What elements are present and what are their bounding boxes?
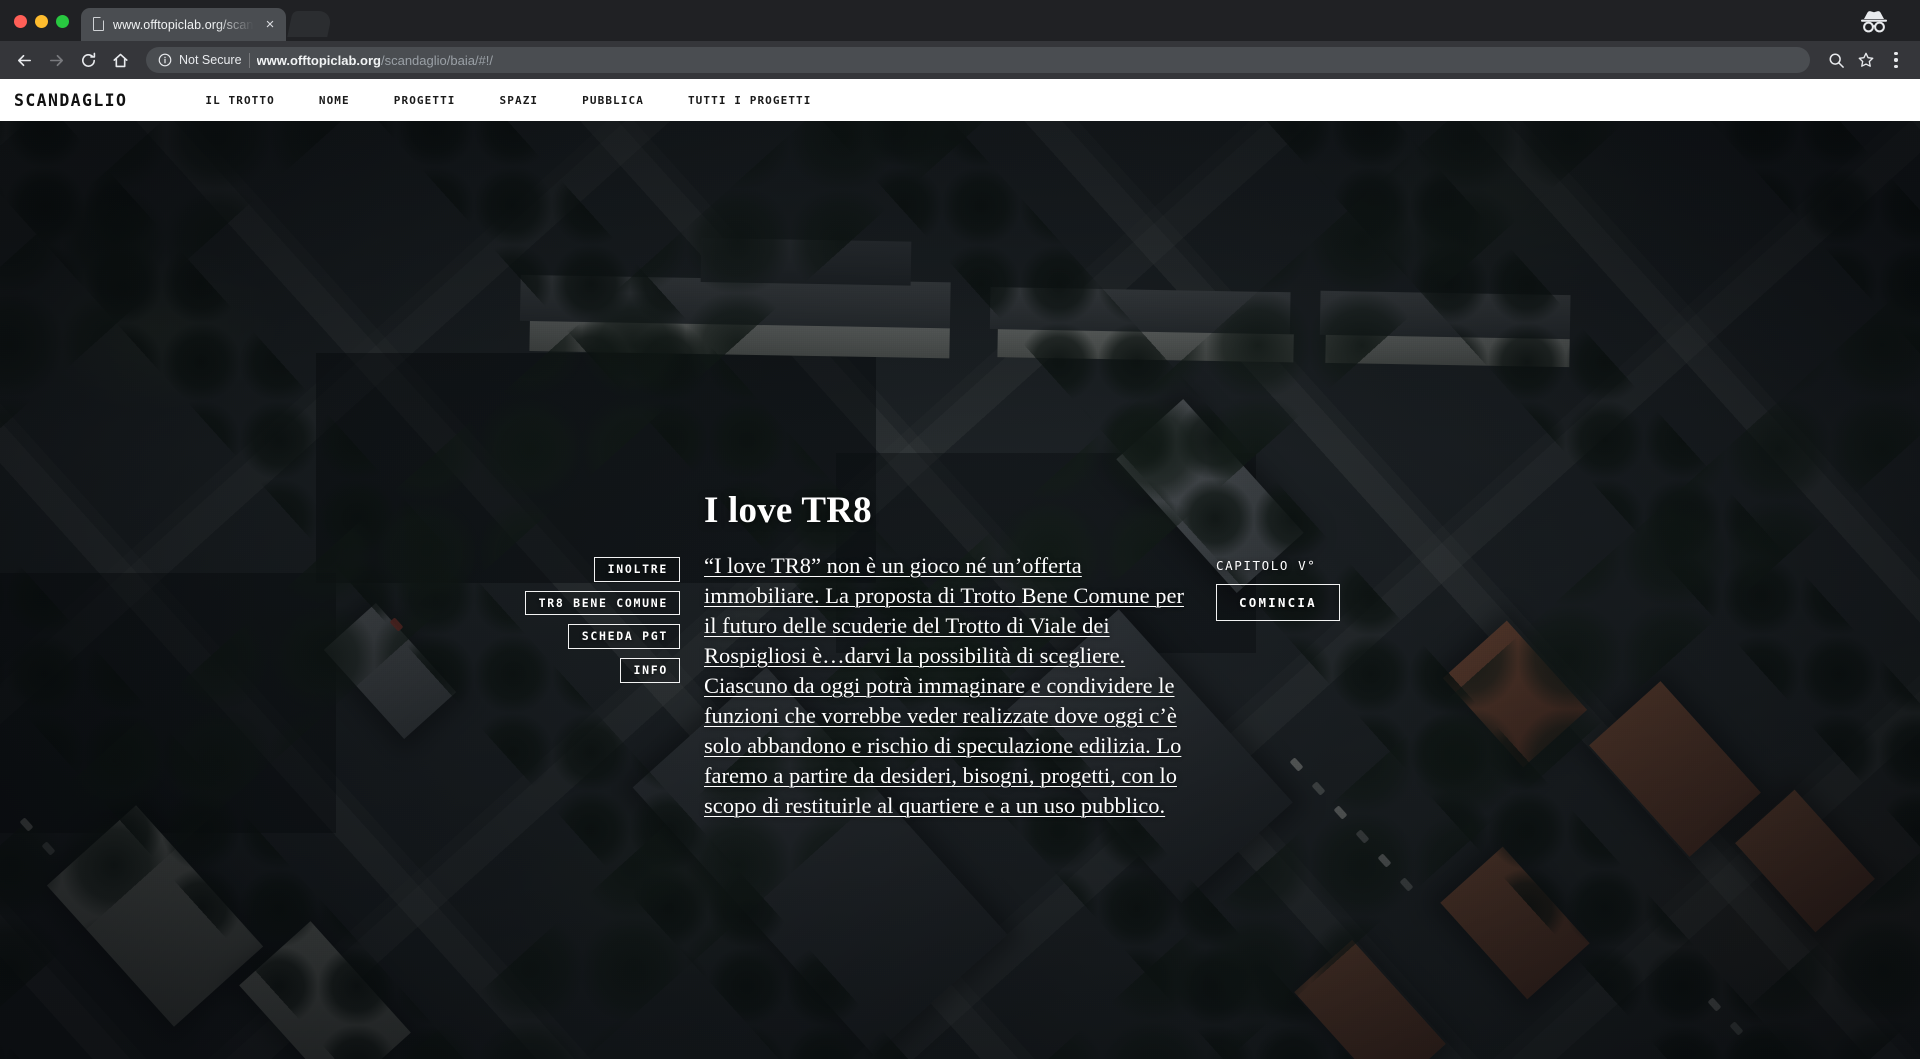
address-bar[interactable]: Not Secure www.offtopiclab.org/scandagli… [146, 47, 1810, 73]
chrome-browser-window: www.offtopiclab.org/scandaglio × [0, 0, 1920, 1059]
reload-icon[interactable] [74, 46, 102, 74]
nav-link-spazi[interactable]: SPAZI [478, 94, 561, 107]
page-icon [91, 16, 106, 32]
hero-paragraph[interactable]: “I love TR8” non è un gioco né un’offert… [704, 551, 1190, 821]
security-status-label: Not Secure [179, 53, 242, 67]
omnibox-divider [248, 52, 250, 68]
new-tab-button[interactable] [287, 11, 333, 37]
url-text: www.offtopiclab.org/scandaglio/baia/#!/ [257, 53, 493, 68]
home-icon[interactable] [106, 46, 134, 74]
site-logo[interactable]: SCANDAGLIO [14, 91, 127, 110]
window-controls [0, 15, 81, 41]
browser-toolbar: Not Secure www.offtopiclab.org/scandagli… [0, 41, 1920, 79]
nav-item-pubblica[interactable]: PUBBLICA [560, 94, 666, 107]
button-scheda-pgt[interactable]: SCHEDA PGT [567, 624, 680, 649]
nav-item-tutti-i-progetti[interactable]: TUTTI I PROGETTI [666, 94, 834, 107]
chapter-label: CAPITOLO V° [1216, 558, 1317, 573]
button-tr8-bene-comune[interactable]: TR8 BENE COMUNE [524, 590, 680, 616]
nav-link-nome[interactable]: NOME [297, 94, 372, 107]
tab-strip: www.offtopiclab.org/scandaglio × [0, 0, 1920, 41]
incognito-icon [1854, 6, 1894, 36]
nav-link-tutti-i-progetti[interactable]: TUTTI I PROGETTI [666, 94, 834, 107]
close-icon[interactable]: × [262, 17, 278, 32]
page-viewport: SCANDAGLIO IL TROTTO NOME PROGETTI SPAZI… [0, 79, 1920, 1059]
hero-content: I love TR8 INOLTRE TR8 BENE COMUNE SCHED… [0, 121, 1920, 1059]
info-circle-icon [158, 53, 172, 67]
site-navigation-bar: SCANDAGLIO IL TROTTO NOME PROGETTI SPAZI… [0, 79, 1920, 121]
nav-item-progetti[interactable]: PROGETTI [372, 94, 478, 107]
nav-link-pubblica[interactable]: PUBBLICA [560, 94, 666, 107]
minimize-window-button[interactable] [35, 15, 48, 28]
nav-link-il-trotto[interactable]: IL TROTTO [183, 94, 297, 107]
url-path: /scandaglio/baia/#!/ [380, 52, 494, 68]
start-button[interactable]: COMINCIA [1216, 584, 1340, 621]
nav-menu: IL TROTTO NOME PROGETTI SPAZI PUBBLICA T… [183, 94, 833, 107]
star-icon[interactable] [1852, 46, 1880, 74]
hero-side-buttons: INOLTRE TR8 BENE COMUNE SCHEDA PGT INFO [500, 557, 680, 683]
tab-title: www.offtopiclab.org/scandaglio [113, 17, 255, 32]
browser-tab-active[interactable]: www.offtopiclab.org/scandaglio × [81, 8, 286, 41]
nav-item-nome[interactable]: NOME [297, 94, 372, 107]
forward-arrow-icon[interactable] [42, 46, 70, 74]
back-arrow-icon[interactable] [10, 46, 38, 74]
maximize-window-button[interactable] [56, 15, 69, 28]
button-info[interactable]: INFO [619, 657, 680, 683]
url-host: www.offtopiclab.org [256, 52, 381, 68]
nav-link-progetti[interactable]: PROGETTI [372, 94, 478, 107]
page-title: I love TR8 [704, 490, 872, 531]
nav-item-il-trotto[interactable]: IL TROTTO [183, 94, 297, 107]
button-inoltre[interactable]: INOLTRE [593, 557, 680, 582]
nav-item-spazi[interactable]: SPAZI [478, 94, 561, 107]
kebab-menu-icon[interactable] [1882, 46, 1910, 74]
close-window-button[interactable] [14, 15, 27, 28]
toolbar-actions [1822, 46, 1910, 74]
search-icon[interactable] [1822, 46, 1850, 74]
